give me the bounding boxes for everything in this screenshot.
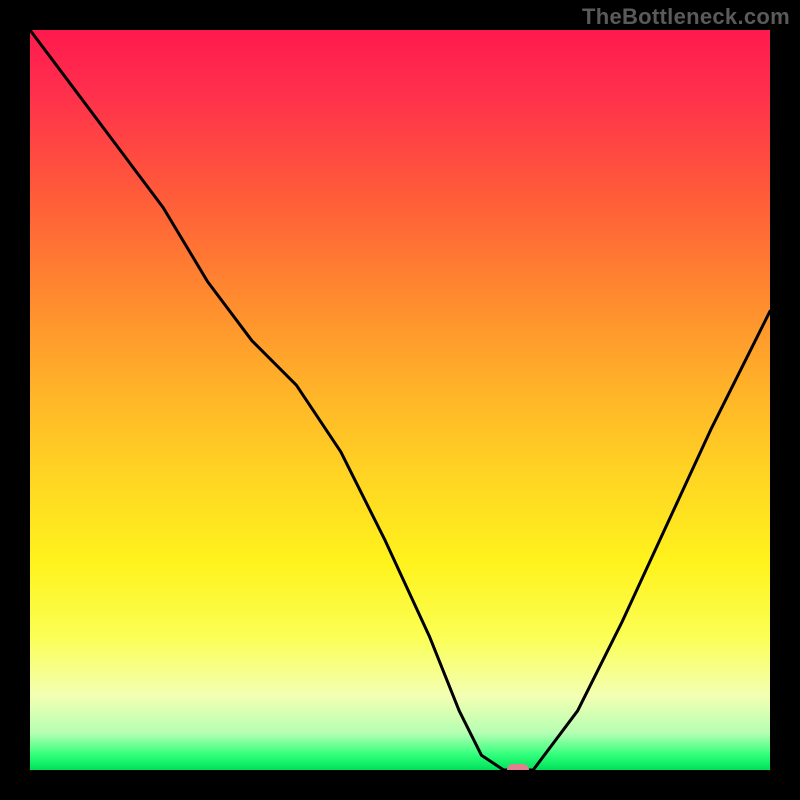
- chart-frame: TheBottleneck.com: [0, 0, 800, 800]
- plot-area: [30, 30, 770, 770]
- curve-svg: [30, 30, 770, 770]
- watermark-text: TheBottleneck.com: [582, 4, 790, 30]
- optimum-marker: [507, 764, 529, 770]
- bottleneck-curve-path: [30, 30, 770, 770]
